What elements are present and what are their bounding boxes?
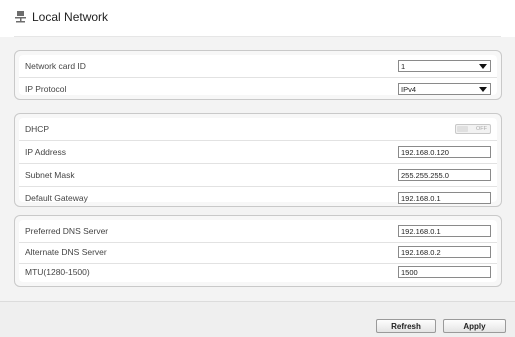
subnet-mask-label: Subnet Mask	[25, 170, 75, 180]
default-gateway-label: Default Gateway	[25, 193, 88, 203]
network-card-value: 1	[401, 62, 406, 71]
apply-button[interactable]: Apply	[443, 319, 506, 333]
default-gateway-input[interactable]: 192.168.0.1	[398, 192, 491, 204]
ip-settings-panel-inner: DHCP OFF IP Address 192.168.0.120 Subnet…	[19, 118, 497, 204]
alternate-dns-input[interactable]: 192.168.0.2	[398, 246, 491, 258]
preferred-dns-label: Preferred DNS Server	[25, 226, 109, 236]
toggle-knob	[457, 126, 468, 132]
default-gateway-row: Default Gateway 192.168.0.1	[19, 187, 497, 209]
ip-settings-panel: DHCP OFF IP Address 192.168.0.120 Subnet…	[14, 113, 502, 207]
button-bar: Refresh Apply	[0, 301, 515, 337]
mtu-row: MTU(1280-1500) 1500	[19, 261, 497, 283]
network-icon	[15, 11, 26, 23]
dropdown-arrow-icon	[479, 64, 487, 69]
ip-address-label: IP Address	[25, 147, 66, 157]
dhcp-label: DHCP	[25, 124, 50, 134]
ip-address-row: IP Address 192.168.0.120	[19, 141, 497, 164]
network-card-panel: Network card ID 1 IP Protocol IPv4	[14, 50, 502, 100]
preferred-dns-row: Preferred DNS Server 192.168.0.1	[19, 220, 497, 243]
network-card-panel-inner: Network card ID 1 IP Protocol IPv4	[19, 55, 497, 95]
subnet-mask-row: Subnet Mask 255.255.255.0	[19, 164, 497, 187]
dhcp-state: OFF	[476, 126, 487, 132]
ip-protocol-value: IPv4	[401, 85, 417, 94]
dhcp-row: DHCP OFF	[19, 118, 497, 141]
dns-panel-inner: Preferred DNS Server 192.168.0.1 Alterna…	[19, 220, 497, 282]
page-title: Local Network	[32, 10, 109, 24]
page-header: Local Network	[14, 9, 108, 25]
dhcp-toggle[interactable]: OFF	[455, 124, 491, 134]
dropdown-arrow-icon	[479, 87, 487, 92]
ip-address-input[interactable]: 192.168.0.120	[398, 146, 491, 158]
mtu-label: MTU(1280-1500)	[25, 267, 90, 277]
preferred-dns-input[interactable]: 192.168.0.1	[398, 225, 491, 237]
subnet-mask-input[interactable]: 255.255.255.0	[398, 169, 491, 181]
ip-protocol-select[interactable]: IPv4	[398, 83, 491, 95]
ip-protocol-label: IP Protocol	[25, 84, 67, 94]
dns-panel: Preferred DNS Server 192.168.0.1 Alterna…	[14, 215, 502, 287]
network-card-row: Network card ID 1	[19, 55, 497, 78]
network-card-select[interactable]: 1	[398, 60, 491, 72]
alternate-dns-label: Alternate DNS Server	[25, 247, 107, 257]
mtu-input[interactable]: 1500	[398, 266, 491, 278]
ip-protocol-row: IP Protocol IPv4	[19, 78, 497, 100]
network-card-label: Network card ID	[25, 61, 86, 71]
refresh-button[interactable]: Refresh	[376, 319, 436, 333]
